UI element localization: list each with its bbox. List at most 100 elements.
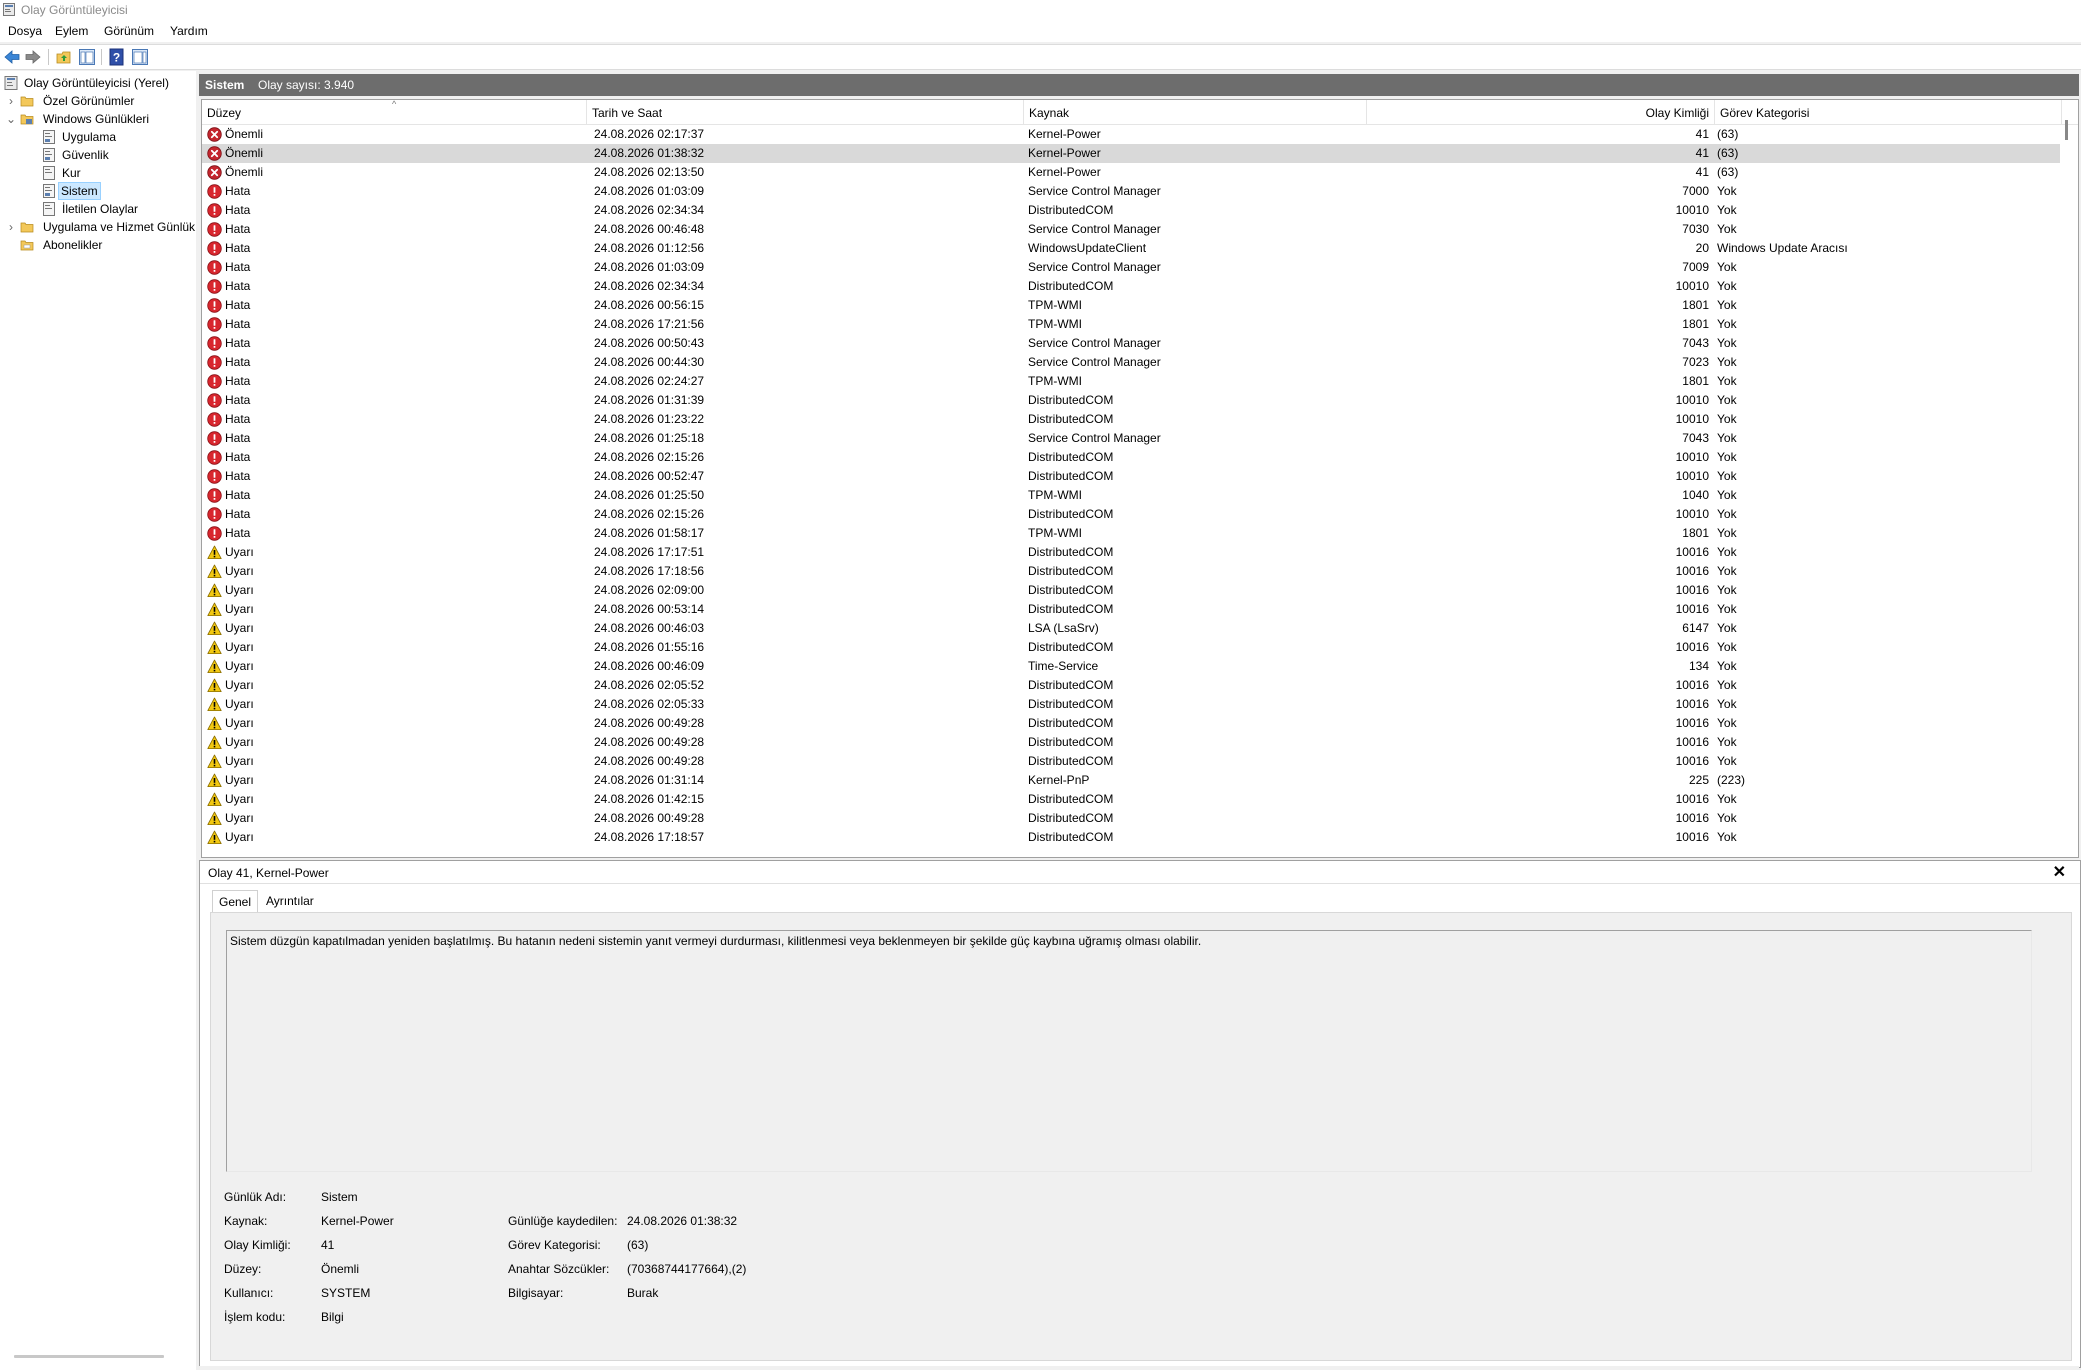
category-cell: Yok	[1717, 602, 1737, 616]
source-label: Kaynak:	[224, 1214, 268, 1228]
table-row[interactable]: Hata 24.08.2026 01:03:09 Service Control M…	[202, 182, 2060, 201]
tree-label: Olay Görüntüleyicisi (Yerel)	[24, 76, 169, 90]
table-row[interactable]: Uyarı 24.08.2026 00:49:28 DistributedCOM 10…	[202, 809, 2060, 828]
table-row[interactable]: Hata 24.08.2026 17:21:56 TPM-WMI 1801 Yok	[202, 315, 2060, 334]
date-cell: 24.08.2026 00:49:28	[594, 735, 705, 749]
warning-icon	[207, 640, 222, 654]
table-row[interactable]: Uyarı 24.08.2026 00:53:14 DistributedCOM 10…	[202, 600, 2060, 619]
table-row[interactable]: Hata 24.08.2026 02:15:26 DistributedCOM 100…	[202, 448, 2060, 467]
level-cell: Uyarı	[225, 640, 254, 654]
forward-icon[interactable]	[24, 48, 42, 66]
table-row[interactable]: Uyarı 24.08.2026 01:42:15 DistributedCOM 10…	[202, 790, 2060, 809]
source-cell: TPM-WMI	[1028, 488, 1082, 502]
table-row[interactable]: Uyarı 24.08.2026 00:49:28 DistributedCOM 10…	[202, 752, 2060, 771]
category-cell: Yok	[1717, 412, 1737, 426]
table-row[interactable]: Hata 24.08.2026 00:56:15 TPM-WMI 1801 Yok	[202, 296, 2060, 315]
menu-gorunum[interactable]: Görünüm	[102, 23, 156, 39]
table-row[interactable]: Önemli 24.08.2026 02:13:50 Kernel-Power 41 (…	[202, 163, 2060, 182]
table-row[interactable]: Hata 24.08.2026 02:15:26 DistributedCOM 100…	[202, 505, 2060, 524]
table-row[interactable]: Hata 24.08.2026 01:23:22 DistributedCOM 100…	[202, 410, 2060, 429]
table-row[interactable]: Hata 24.08.2026 00:52:47 DistributedCOM 100…	[202, 467, 2060, 486]
level-cell: Hata	[225, 393, 251, 407]
table-row[interactable]: Hata 24.08.2026 01:31:39 DistributedCOM 100…	[202, 391, 2060, 410]
table-row[interactable]: Hata 24.08.2026 01:58:17 TPM-WMI 1801 Yok	[202, 524, 2060, 543]
table-row[interactable]: Uyarı 24.08.2026 17:18:57 DistributedCOM 10…	[202, 828, 2060, 847]
table-row[interactable]: Uyarı 24.08.2026 02:05:52 DistributedCOM 10…	[202, 676, 2060, 695]
table-row[interactable]: Uyarı 24.08.2026 17:18:56 DistributedCOM 10…	[202, 562, 2060, 581]
menu-yardim[interactable]: Yardım	[168, 23, 210, 39]
category-cell: Yok	[1717, 716, 1737, 730]
level-cell: Hata	[225, 222, 251, 236]
table-row[interactable]: Hata 24.08.2026 02:34:34 DistributedCOM 100…	[202, 277, 2060, 296]
table-row[interactable]: Hata 24.08.2026 01:12:56 WindowsUpdateClie…	[202, 239, 2060, 258]
subscriptions-icon	[20, 240, 34, 251]
chevron-down-icon[interactable]: ⌄	[6, 110, 16, 128]
level-cell: Hata	[225, 469, 251, 483]
menu-eylem[interactable]: Eylem	[53, 23, 90, 39]
chevron-right-icon[interactable]: ›	[6, 218, 16, 236]
table-row[interactable]: Hata 24.08.2026 02:34:34 DistributedCOM 100…	[202, 201, 2060, 220]
event-description[interactable]: Sistem düzgün kapatılmadan yeniden başla…	[226, 930, 2032, 1172]
back-icon[interactable]	[3, 48, 21, 66]
table-row[interactable]: Hata 24.08.2026 00:44:30 Service Control M…	[202, 353, 2060, 372]
table-row[interactable]: Hata 24.08.2026 00:46:48 Service Control M…	[202, 220, 2060, 239]
date-cell: 24.08.2026 01:03:09	[594, 260, 705, 274]
event-id-cell: 7043	[1682, 336, 1709, 350]
table-row[interactable]: Hata 24.08.2026 01:25:50 TPM-WMI 1040 Yok	[202, 486, 2060, 505]
table-row[interactable]: Hata 24.08.2026 02:24:27 TPM-WMI 1801 Yok	[202, 372, 2060, 391]
column-header-date[interactable]: Tarih ve Saat	[587, 100, 1024, 124]
critical-icon	[207, 146, 222, 161]
show-hide-action-pane-icon[interactable]	[131, 48, 149, 66]
warning-icon	[207, 602, 222, 616]
source-cell: Kernel-Power	[1028, 127, 1101, 141]
level-cell: Hata	[225, 374, 251, 388]
table-row[interactable]: Uyarı 24.08.2026 17:17:51 DistributedCOM 10…	[202, 543, 2060, 562]
event-id-cell: 41	[1695, 146, 1709, 160]
table-row[interactable]: Uyarı 24.08.2026 00:49:28 DistributedCOM 10…	[202, 714, 2060, 733]
table-row[interactable]: Hata 24.08.2026 01:03:09 Service Control M…	[202, 258, 2060, 277]
category-cell: Yok	[1717, 621, 1737, 635]
warning-icon	[207, 716, 222, 730]
folder-icon	[20, 222, 34, 233]
table-row[interactable]: Uyarı 24.08.2026 00:46:03 LSA (LsaSrv) 6147…	[202, 619, 2060, 638]
level-cell: Uyarı	[225, 545, 254, 559]
tree-horizontal-scrollbar[interactable]	[14, 1355, 164, 1358]
column-header-source[interactable]: Kaynak	[1024, 100, 1367, 124]
folder-up-icon[interactable]	[55, 48, 73, 66]
event-viewer-app-icon	[3, 3, 15, 16]
table-row[interactable]: Uyarı 24.08.2026 02:09:00 DistributedCOM 10…	[202, 581, 2060, 600]
table-row[interactable]: Hata 24.08.2026 01:25:18 Service Control M…	[202, 429, 2060, 448]
category-cell: Yok	[1717, 431, 1737, 445]
category-cell: Yok	[1717, 564, 1737, 578]
category-cell: Yok	[1717, 830, 1737, 844]
column-header-category[interactable]: Görev Kategorisi	[1715, 100, 2062, 124]
tab-details[interactable]: Ayrıntılar	[260, 890, 320, 911]
tab-general[interactable]: Genel	[212, 890, 259, 913]
category-cell: Windows Update Aracısı	[1717, 241, 1848, 255]
chevron-right-icon[interactable]: ›	[6, 92, 16, 110]
level-cell: Hata	[225, 298, 251, 312]
table-row[interactable]: Hata 24.08.2026 00:50:43 Service Control M…	[202, 334, 2060, 353]
event-id-cell: 7023	[1682, 355, 1709, 369]
source-cell: DistributedCOM	[1028, 469, 1114, 483]
table-row[interactable]: Uyarı 24.08.2026 00:49:28 DistributedCOM 10…	[202, 733, 2060, 752]
table-row[interactable]: Uyarı 24.08.2026 01:55:16 DistributedCOM 10…	[202, 638, 2060, 657]
event-id-cell: 134	[1688, 659, 1709, 673]
table-row[interactable]: Uyarı 24.08.2026 00:46:09 Time-Service 134 Y…	[202, 657, 2060, 676]
category-cell: (63)	[1717, 127, 1739, 141]
event-id-cell: 7043	[1682, 431, 1709, 445]
table-row[interactable]: Önemli 24.08.2026 01:38:32 Kernel-Power 41 (…	[202, 144, 2060, 163]
table-row[interactable]: Uyarı 24.08.2026 01:31:14 Kernel-PnP 225 (22…	[202, 771, 2060, 790]
task-category-value: (63)	[627, 1238, 649, 1252]
tree-label: Güvenlik	[62, 148, 109, 162]
menu-dosya[interactable]: Dosya	[6, 23, 44, 39]
close-icon[interactable]: ✕	[2053, 862, 2066, 882]
table-row[interactable]: Uyarı 24.08.2026 02:05:33 DistributedCOM 10…	[202, 695, 2060, 714]
show-hide-tree-icon[interactable]	[78, 48, 96, 66]
event-list-scrollbar[interactable]	[2065, 120, 2068, 140]
column-header-event-id[interactable]: Olay Kimliği	[1367, 100, 1715, 124]
help-icon[interactable]: ?	[108, 48, 126, 66]
category-cell: Yok	[1717, 317, 1737, 331]
table-row[interactable]: Önemli 24.08.2026 02:17:37 Kernel-Power 41 (…	[202, 125, 2060, 144]
error-icon	[207, 336, 222, 351]
